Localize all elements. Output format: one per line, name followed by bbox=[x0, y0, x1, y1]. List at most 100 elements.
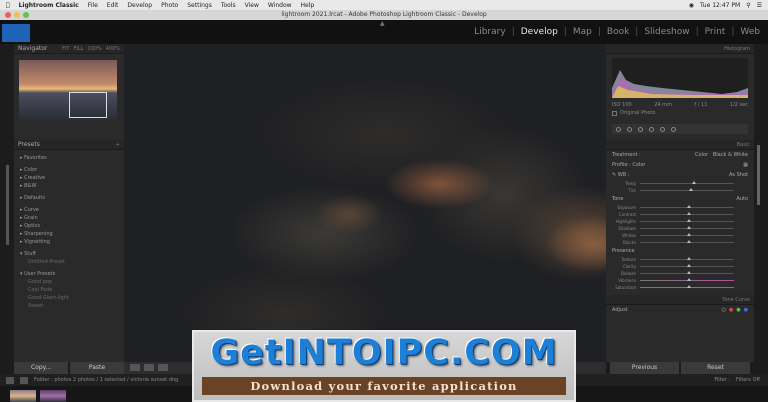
search-icon[interactable]: ⚲ bbox=[746, 2, 750, 9]
white-balance-row[interactable]: ✎ WB : As Shot bbox=[606, 170, 754, 180]
zoom-fit[interactable]: FIT bbox=[62, 46, 69, 52]
main-photo-view[interactable] bbox=[124, 44, 606, 362]
preset-group[interactable]: ▸ Defaults bbox=[20, 194, 118, 202]
before-after-button[interactable] bbox=[158, 364, 168, 371]
clock[interactable]: Tue 12:47 PM bbox=[700, 2, 740, 9]
menu-develop[interactable]: Develop bbox=[127, 2, 152, 9]
menu-file[interactable]: File bbox=[88, 2, 98, 9]
preset-item[interactable]: Sweet bbox=[20, 302, 118, 310]
apple-menu-icon[interactable]:  bbox=[6, 2, 10, 9]
exposure-slider[interactable]: Exposure bbox=[606, 204, 754, 211]
preset-group[interactable]: ▸ Creative bbox=[20, 174, 118, 182]
saturation-slider[interactable]: Saturation bbox=[606, 284, 754, 291]
treatment-bw[interactable]: Black & White bbox=[713, 152, 748, 158]
preset-group[interactable]: ▾ User Presets bbox=[20, 270, 118, 278]
close-window-button[interactable] bbox=[5, 12, 11, 18]
menu-photo[interactable]: Photo bbox=[161, 2, 178, 9]
auto-tone-button[interactable]: Auto bbox=[736, 196, 748, 202]
crop-tool-icon[interactable] bbox=[616, 126, 621, 132]
loupe-view-button[interactable] bbox=[130, 364, 140, 371]
module-develop[interactable]: Develop bbox=[521, 27, 558, 37]
zoom-100[interactable]: 100% bbox=[87, 46, 101, 52]
menu-tools[interactable]: Tools bbox=[221, 2, 236, 9]
wb-select[interactable]: As Shot bbox=[729, 172, 748, 178]
preset-group[interactable]: ▸ Sharpening bbox=[20, 230, 118, 238]
module-print[interactable]: Print bbox=[705, 27, 726, 37]
collapse-top-panel-icon[interactable]: ▲ bbox=[380, 20, 385, 27]
module-slideshow[interactable]: Slideshow bbox=[644, 27, 689, 37]
app-menu[interactable]: Lightroom Classic bbox=[19, 2, 79, 9]
preset-item[interactable]: Cool Fade bbox=[20, 286, 118, 294]
filter-select[interactable]: Filters Off bbox=[736, 377, 768, 383]
clarity-slider[interactable]: Clarity bbox=[606, 263, 754, 270]
point-curve-icon[interactable]: ○ bbox=[722, 307, 726, 313]
preset-group[interactable]: ▸ Curve bbox=[20, 206, 118, 214]
whites-slider[interactable]: Whites bbox=[606, 232, 754, 239]
add-preset-icon[interactable]: + bbox=[116, 142, 120, 148]
navigator-view-box[interactable] bbox=[69, 92, 107, 118]
filmstrip-source-info[interactable]: Folder : photos 2 photos / 1 selected / … bbox=[34, 377, 178, 383]
menu-extras-icon[interactable]: ☰ bbox=[757, 2, 762, 9]
compare-view-button[interactable] bbox=[144, 364, 154, 371]
highlights-slider[interactable]: Highlights bbox=[606, 218, 754, 225]
basic-header[interactable]: Basic bbox=[606, 140, 754, 150]
preset-group[interactable]: ▸ Favorites bbox=[20, 154, 118, 162]
reset-button[interactable]: Reset bbox=[681, 362, 750, 374]
shadows-slider[interactable]: Shadows bbox=[606, 225, 754, 232]
module-map[interactable]: Map bbox=[573, 27, 592, 37]
navigator-header[interactable]: Navigator FIT FILL 100% 400% bbox=[14, 44, 124, 54]
preset-item[interactable]: Good Glam-light bbox=[20, 294, 118, 302]
menu-settings[interactable]: Settings bbox=[187, 2, 212, 9]
preset-group[interactable]: ▸ Color bbox=[20, 166, 118, 174]
preset-group[interactable]: ▸ Grain bbox=[20, 214, 118, 222]
secondary-window-icon[interactable] bbox=[6, 376, 14, 384]
wifi-icon[interactable]: ◉ bbox=[689, 2, 694, 9]
blacks-slider[interactable]: Blacks bbox=[606, 239, 754, 246]
zoom-400[interactable]: 400% bbox=[106, 46, 120, 52]
blue-channel-icon[interactable]: ● bbox=[744, 307, 748, 313]
profile-browser-icon[interactable]: ▦ bbox=[743, 162, 748, 168]
dehaze-slider[interactable]: Dehaze bbox=[606, 270, 754, 277]
temp-slider[interactable]: Temp bbox=[606, 180, 754, 187]
original-photo-checkbox[interactable]: Original Photo bbox=[606, 108, 754, 118]
graduated-filter-icon[interactable] bbox=[649, 126, 654, 132]
preset-group[interactable]: ▾ Stuff bbox=[20, 250, 118, 258]
tint-slider[interactable]: Tint bbox=[606, 187, 754, 194]
navigator-preview[interactable] bbox=[19, 60, 117, 120]
zoom-fill[interactable]: FILL bbox=[73, 46, 83, 52]
previous-button[interactable]: Previous bbox=[610, 362, 679, 374]
preset-item[interactable]: Untitled Preset bbox=[20, 258, 118, 266]
module-book[interactable]: Book bbox=[607, 27, 629, 37]
paste-button[interactable]: Paste bbox=[70, 362, 124, 374]
presets-header[interactable]: Presets + bbox=[14, 140, 124, 150]
tone-curve-header[interactable]: Tone Curve bbox=[606, 295, 754, 305]
right-panel-scrollbar[interactable] bbox=[757, 145, 760, 205]
preset-group[interactable]: ▸ B&W bbox=[20, 182, 118, 190]
grid-view-icon[interactable] bbox=[20, 376, 28, 384]
preset-item[interactable]: Good pop bbox=[20, 278, 118, 286]
preset-group[interactable]: ▸ Optics bbox=[20, 222, 118, 230]
contrast-slider[interactable]: Contrast bbox=[606, 211, 754, 218]
module-web[interactable]: Web bbox=[740, 27, 760, 37]
module-library[interactable]: Library bbox=[474, 27, 505, 37]
menu-help[interactable]: Help bbox=[301, 2, 315, 9]
filmstrip-thumbnail[interactable] bbox=[10, 390, 36, 402]
red-eye-icon[interactable] bbox=[638, 126, 643, 132]
minimize-window-button[interactable] bbox=[14, 12, 20, 18]
left-panel-scrollbar[interactable] bbox=[6, 165, 9, 245]
histogram-header[interactable]: Histogram bbox=[606, 44, 754, 54]
treatment-color[interactable]: Color bbox=[695, 152, 708, 158]
menu-edit[interactable]: Edit bbox=[107, 2, 119, 9]
brush-icon[interactable] bbox=[671, 126, 676, 132]
copy-button[interactable]: Copy... bbox=[14, 362, 68, 374]
eyedropper-icon[interactable]: ✎ bbox=[612, 172, 616, 178]
spot-removal-icon[interactable] bbox=[627, 126, 632, 132]
texture-slider[interactable]: Texture bbox=[606, 256, 754, 263]
red-channel-icon[interactable]: ● bbox=[729, 307, 733, 313]
profile-row[interactable]: Profile : Color ▦ bbox=[606, 160, 754, 170]
zoom-window-button[interactable] bbox=[23, 12, 29, 18]
radial-filter-icon[interactable] bbox=[660, 126, 665, 132]
preset-group[interactable]: ▸ Vignetting bbox=[20, 238, 118, 246]
green-channel-icon[interactable]: ● bbox=[736, 307, 740, 313]
filmstrip-thumbnail[interactable] bbox=[40, 390, 66, 402]
